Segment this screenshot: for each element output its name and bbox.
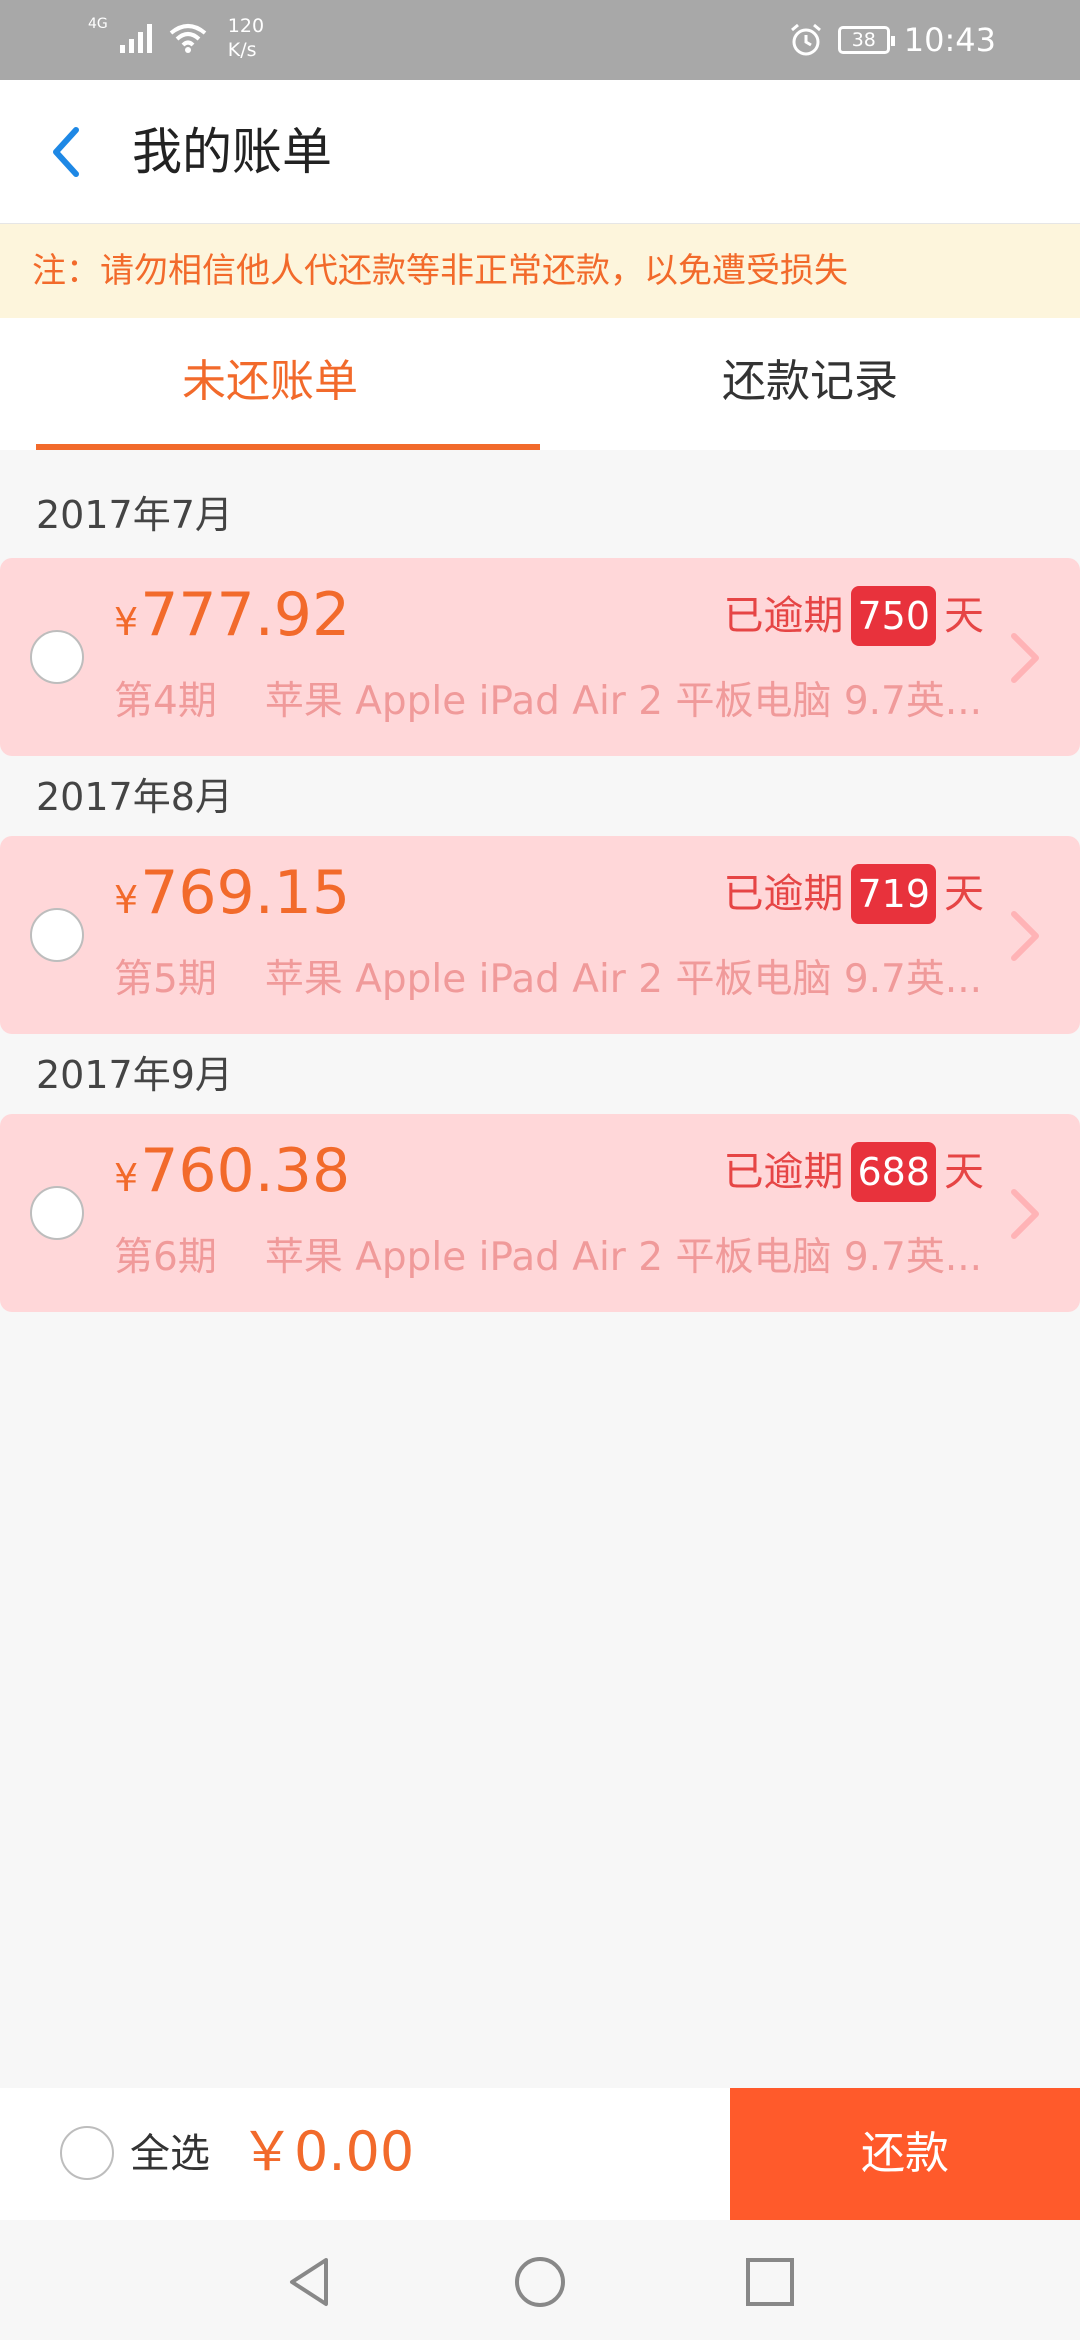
currency-symbol: ¥ [114, 600, 139, 644]
product-name: 苹果 Apple iPad Air 2 平板电脑 9.7英... [264, 679, 983, 724]
overdue-days-badge: 719 [851, 864, 936, 924]
back-button[interactable] [36, 120, 96, 184]
currency-symbol: ¥ [114, 878, 139, 922]
bill-select-radio[interactable] [30, 908, 84, 962]
chevron-right-icon [1011, 1189, 1039, 1239]
overdue-prefix: 已逾期 [723, 871, 844, 917]
network-speed-value: 120 [227, 15, 265, 37]
tab-bar: 未还账单 还款记录 [0, 318, 1080, 450]
installment-period: 第4期 [114, 679, 217, 724]
overdue-days-badge: 688 [851, 1142, 936, 1202]
wifi-icon [169, 24, 207, 53]
select-all-label[interactable]: 全选 [130, 2124, 210, 2184]
tab-unpaid-bills[interactable]: 未还账单 [0, 318, 540, 450]
nav-back-icon[interactable] [282, 2254, 338, 2310]
tab-repayment-records[interactable]: 还款记录 [540, 318, 1080, 450]
bill-detail: 第5期 苹果 Apple iPad Air 2 平板电脑 9.7英... [114, 950, 994, 1010]
month-label: 2017年7月 [36, 493, 233, 537]
bill-select-radio[interactable] [30, 1186, 84, 1240]
signal-icon [119, 24, 152, 53]
overdue-prefix: 已逾期 [723, 1149, 844, 1195]
chevron-right-icon [1011, 911, 1039, 961]
overdue-days-badge: 750 [851, 586, 936, 646]
overdue-status: 已逾期 688 天 [723, 1142, 984, 1202]
warning-notice: 注：请勿相信他人代还款等非正常还款，以免遭受损失 [0, 224, 1080, 318]
overdue-suffix: 天 [944, 871, 984, 917]
bill-amount: ¥777.92 [114, 580, 350, 657]
overdue-suffix: 天 [944, 593, 984, 639]
currency-symbol: ¥ [114, 1156, 139, 1200]
product-name: 苹果 Apple iPad Air 2 平板电脑 9.7英... [264, 1235, 983, 1280]
chevron-right-icon [1011, 633, 1039, 683]
bill-card[interactable]: ¥769.15 已逾期 719 天 第5期 苹果 Apple iPad Air 2… [0, 836, 1080, 1034]
nav-home-icon[interactable] [512, 2254, 568, 2310]
bill-group: 2017年7月 ¥777.92 已逾期 750 天 第4期 苹果 Apple iP… [0, 450, 1080, 756]
chevron-left-icon [53, 127, 79, 177]
bill-group: 2017年9月 ¥760.38 已逾期 688 天 第6期 苹果 Apple iP… [0, 1034, 1080, 1312]
amount-value: 760.38 [140, 1136, 351, 1206]
nav-recents-icon[interactable] [742, 2254, 798, 2310]
installment-period: 第6期 [114, 1235, 217, 1280]
overdue-prefix: 已逾期 [723, 593, 844, 639]
month-label: 2017年9月 [36, 1053, 233, 1097]
repay-button[interactable]: 还款 [730, 2088, 1080, 2220]
network-speed: 120 K/s [228, 14, 264, 62]
amount-value: 769.15 [140, 858, 351, 928]
bill-detail: 第4期 苹果 Apple iPad Air 2 平板电脑 9.7英... [114, 672, 994, 732]
clock: 10:43 [903, 21, 996, 59]
pay-bar: 全选 ￥0.00 还款 [0, 2088, 1080, 2220]
status-left: 4G 120 K/s [88, 14, 264, 62]
bill-list: 2017年7月 ¥777.92 已逾期 750 天 第4期苹果 Apple iP… [0, 450, 1080, 1312]
overdue-status: 已逾期 719 天 [723, 864, 984, 924]
system-nav-bar [0, 2220, 1080, 2340]
overdue-status: 已逾期 750 天 [723, 586, 984, 646]
bill-detail: 第6期 苹果 Apple iPad Air 2 平板电脑 9.7英... [114, 1228, 994, 1288]
battery-icon: 38 [837, 26, 895, 54]
installment-period: 第5期 [114, 957, 217, 1002]
total-amount: ￥0.00 [240, 2120, 415, 2183]
month-label: 2017年8月 [36, 775, 233, 819]
bill-card[interactable]: ¥760.38 已逾期 688 天 第6期 苹果 Apple iPad Air 2… [0, 1114, 1080, 1312]
overdue-suffix: 天 [944, 1149, 984, 1195]
network-speed-unit: K/s [227, 39, 257, 61]
select-all-radio[interactable] [60, 2126, 114, 2180]
bill-group: 2017年8月 ¥769.15 已逾期 719 天 第5期 苹果 Apple iP… [0, 756, 1080, 1034]
battery-level: 38 [851, 29, 876, 51]
status-bar: 4G 120 K/s 38 10:43 [0, 0, 1080, 80]
bill-amount: ¥760.38 [114, 1136, 350, 1213]
network-type-label: 4G [88, 16, 108, 32]
amount-value: 777.92 [140, 580, 351, 650]
status-right: 38 10:43 [788, 18, 996, 62]
bill-select-radio[interactable] [30, 630, 84, 684]
bill-card[interactable]: ¥777.92 已逾期 750 天 第4期 苹果 Apple iPad Air 2… [0, 558, 1080, 756]
alarm-icon [790, 23, 821, 56]
page-title: 我的账单 [132, 123, 332, 181]
product-name: 苹果 Apple iPad Air 2 平板电脑 9.7英... [264, 957, 983, 1002]
bill-amount: ¥769.15 [114, 858, 350, 935]
app-header: 我的账单 [0, 80, 1080, 224]
